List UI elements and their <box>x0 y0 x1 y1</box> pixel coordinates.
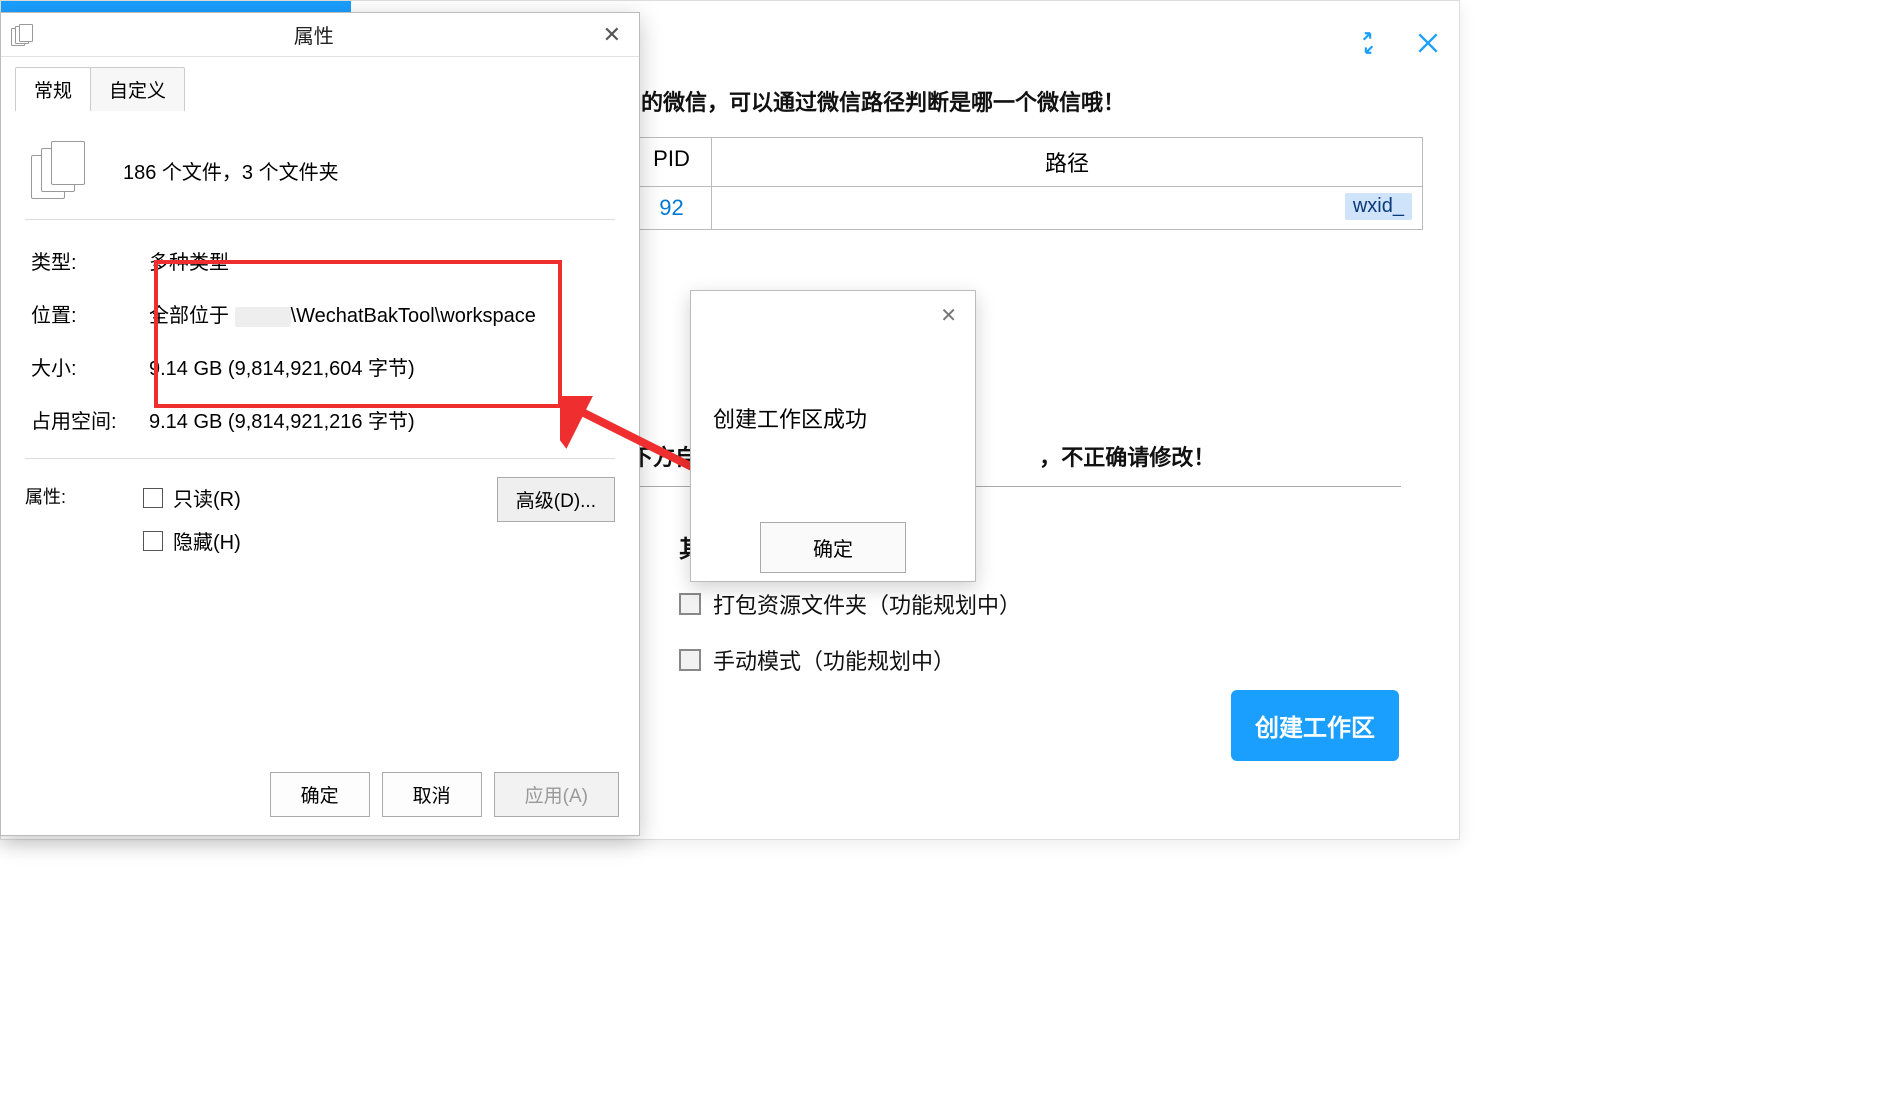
option-manual-mode[interactable]: 手动模式（功能规划中） <box>679 644 1423 676</box>
option-label: 打包资源文件夹（功能规划中） <box>713 588 1021 620</box>
table-row[interactable]: 92 wxid_ <box>631 186 1423 230</box>
loc-tail: \WechatBakTool\workspace <box>291 305 536 327</box>
success-dialog: ✕ 创建工作区成功 确定 <box>690 290 976 582</box>
minimize-icon[interactable] <box>1355 30 1381 61</box>
files-icon <box>11 24 33 46</box>
dialog-close-icon[interactable]: ✕ <box>595 20 629 50</box>
type-label: 类型: <box>31 246 149 275</box>
cancel-button[interactable]: 取消 <box>382 772 482 817</box>
option-pack-resources[interactable]: 打包资源文件夹（功能规划中） <box>679 588 1423 620</box>
readonly-checkbox[interactable]: 只读(R) <box>143 483 497 512</box>
redacted-path <box>235 307 291 327</box>
location-value: 全部位于 \WechatBakTool\workspace <box>149 299 609 328</box>
hint2-right: ，不正确请修改！ <box>1039 445 1215 470</box>
hidden-checkbox[interactable]: 隐藏(H) <box>143 526 497 555</box>
modal-close-icon[interactable]: ✕ <box>709 303 957 328</box>
hidden-label: 隐藏(H) <box>173 526 241 555</box>
hint2-left: 下方自 <box>631 445 697 470</box>
create-workspace-button[interactable]: 创建工作区 <box>1231 690 1399 761</box>
advanced-button[interactable]: 高级(D)... <box>497 477 615 522</box>
type-value: 多种类型 <box>149 246 609 275</box>
attributes-label: 属性: <box>25 477 143 509</box>
summary-text: 186 个文件，3 个文件夹 <box>123 156 339 185</box>
hint-text-1: 的微信，可以通过微信路径判断是哪一个微信哦！ <box>641 85 1423 117</box>
dialog-titlebar[interactable]: 属性 ✕ <box>1 13 639 57</box>
loc-prefix: 全部位于 <box>149 305 229 327</box>
cell-path: wxid_ <box>712 187 1422 229</box>
dialog-title: 属性 <box>33 20 595 49</box>
location-label: 位置: <box>31 299 149 328</box>
checkbox-icon[interactable] <box>679 649 701 671</box>
size-label: 大小: <box>31 352 149 381</box>
disk-size-label: 占用空间: <box>31 405 149 434</box>
checkbox-icon[interactable] <box>679 593 701 615</box>
readonly-label: 只读(R) <box>173 483 241 512</box>
checkbox-icon[interactable] <box>143 531 163 551</box>
big-files-icon <box>31 141 87 199</box>
apply-button: 应用(A) <box>494 772 619 817</box>
col-pid-header: PID <box>632 138 712 186</box>
tab-custom[interactable]: 自定义 <box>90 67 185 111</box>
option-label: 手动模式（功能规划中） <box>713 644 955 676</box>
col-path-header: 路径 <box>712 138 1422 186</box>
disk-size-value: 9.14 GB (9,814,921,216 字节) <box>149 405 609 434</box>
properties-dialog: 属性 ✕ 常规 自定义 186 个文件，3 个文件夹 类型: 多种类型 位置: … <box>0 12 640 836</box>
size-value: 9.14 GB (9,814,921,604 字节) <box>149 352 609 381</box>
modal-ok-button[interactable]: 确定 <box>760 522 906 573</box>
table-header: PID 路径 <box>631 137 1423 186</box>
tab-general[interactable]: 常规 <box>15 67 91 111</box>
wxid-chip: wxid_ <box>1345 193 1412 220</box>
close-icon[interactable] <box>1415 30 1441 61</box>
modal-message: 创建工作区成功 <box>713 402 957 434</box>
checkbox-icon[interactable] <box>143 488 163 508</box>
cell-pid: 92 <box>632 187 712 229</box>
ok-button[interactable]: 确定 <box>270 772 370 817</box>
